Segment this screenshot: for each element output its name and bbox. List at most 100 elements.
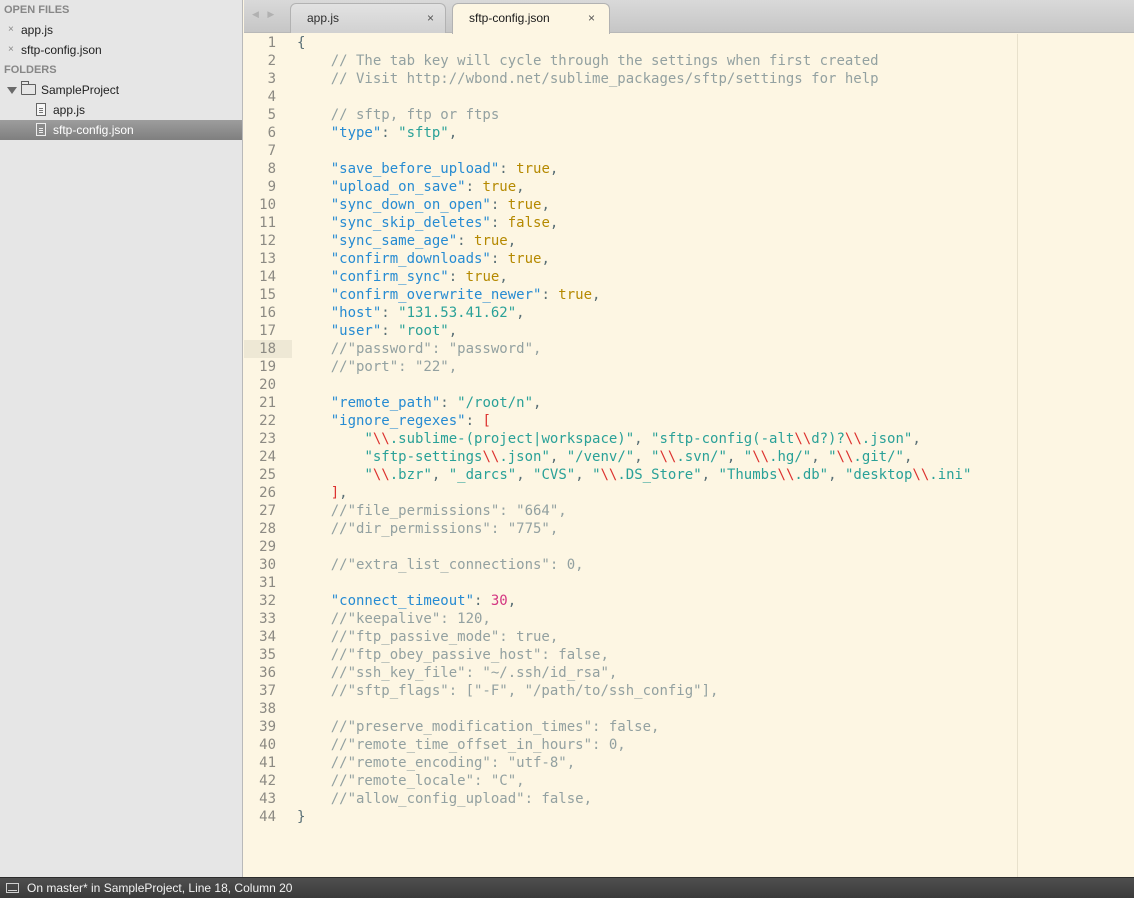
- code-token-com: //"ftp_passive_mode": true,: [330, 629, 559, 645]
- code-line[interactable]: //"ssh_key_file": "~/.ssh/id_rsa",: [297, 664, 971, 682]
- code-line[interactable]: "upload_on_save": true,: [297, 178, 971, 196]
- code-line[interactable]: "confirm_downloads": true,: [297, 250, 971, 268]
- code-token-punc: [297, 125, 331, 141]
- close-icon[interactable]: ×: [588, 4, 595, 32]
- code-editor[interactable]: 1 2 3 4 5 6 7 8 9 10 11 12 13 14 15 16 17 18 19 20 21 22 23 24 2…: [244, 34, 1134, 877]
- code-token-punc: ,: [533, 395, 542, 411]
- code-token-punc: [297, 755, 331, 771]
- line-number: 12: [259, 233, 276, 249]
- code-line[interactable]: //"dir_permissions": "775",: [297, 520, 971, 538]
- code-area[interactable]: { // The tab key will cycle through the …: [297, 34, 971, 826]
- code-token-str: .hg/": [769, 449, 812, 465]
- line-number: 9: [267, 179, 276, 195]
- open-file-app-js[interactable]: × app.js: [0, 20, 242, 40]
- tree-file-app-js[interactable]: app.js: [0, 100, 242, 120]
- code-line[interactable]: // The tab key will cycle through the se…: [297, 52, 971, 70]
- code-token-brk: ]: [330, 485, 340, 501]
- line-number: 14: [259, 269, 276, 285]
- code-line[interactable]: [297, 142, 971, 160]
- code-line[interactable]: [297, 700, 971, 718]
- tab-app-js[interactable]: app.js ×: [290, 3, 446, 33]
- code-line[interactable]: //"ftp_passive_mode": true,: [297, 628, 971, 646]
- close-icon[interactable]: ×: [8, 20, 14, 40]
- code-line[interactable]: "\\.bzr", "_darcs", "CVS", "\\.DS_Store"…: [297, 466, 971, 484]
- tree-file-sftp-config[interactable]: sftp-config.json: [0, 120, 242, 140]
- open-file-sftp-config[interactable]: × sftp-config.json: [0, 40, 242, 60]
- line-number: 29: [259, 539, 276, 555]
- code-line[interactable]: "sync_skip_deletes": false,: [297, 214, 971, 232]
- code-token-com: //"extra_list_connections": 0,: [330, 557, 584, 573]
- code-token-punc: ,: [828, 467, 845, 483]
- code-line[interactable]: "confirm_sync": true,: [297, 268, 971, 286]
- code-line[interactable]: "connect_timeout": 30,: [297, 592, 971, 610]
- code-token-punc: [297, 251, 331, 267]
- code-token-key: "sync_skip_deletes": [330, 215, 491, 231]
- code-line[interactable]: [297, 376, 971, 394]
- code-line[interactable]: //"extra_list_connections": 0,: [297, 556, 971, 574]
- code-line[interactable]: {: [297, 34, 971, 52]
- code-line[interactable]: // sftp, ftp or ftps: [297, 106, 971, 124]
- code-token-punc: ,: [516, 179, 525, 195]
- code-line[interactable]: "sync_same_age": true,: [297, 232, 971, 250]
- code-line[interactable]: [297, 574, 971, 592]
- code-line[interactable]: //"remote_locale": "C",: [297, 772, 971, 790]
- code-token-str: "/root/n": [457, 395, 534, 411]
- panel-toggle-icon[interactable]: [6, 883, 19, 893]
- code-token-punc: :: [448, 269, 466, 285]
- code-token-punc: [297, 161, 331, 177]
- code-token-com: // sftp, ftp or ftps: [330, 107, 500, 123]
- code-line[interactable]: //"sftp_flags": ["-F", "/path/to/ssh_con…: [297, 682, 971, 700]
- code-token-str: .bzr": [389, 467, 432, 483]
- code-line[interactable]: // Visit http://wbond.net/sublime_packag…: [297, 70, 971, 88]
- code-token-esc: \\: [836, 449, 854, 465]
- folder-sampleproject[interactable]: SampleProject: [0, 80, 242, 100]
- line-number: 31: [259, 575, 276, 591]
- code-line[interactable]: //"file_permissions": "664",: [297, 502, 971, 520]
- code-line[interactable]: }: [297, 808, 971, 826]
- status-text: On master* in SampleProject, Line 18, Co…: [27, 881, 293, 895]
- code-token-com: //"keepalive": 120,: [330, 611, 491, 627]
- code-line[interactable]: "user": "root",: [297, 322, 971, 340]
- close-icon[interactable]: ×: [427, 4, 434, 32]
- tab-nav-arrows-icon[interactable]: ◀ ▶: [252, 9, 277, 20]
- code-token-punc: [297, 269, 331, 285]
- code-line[interactable]: //"password": "password",: [297, 340, 971, 358]
- code-line[interactable]: //"preserve_modification_times": false,: [297, 718, 971, 736]
- code-token-esc: \\: [844, 431, 862, 447]
- code-line[interactable]: //"remote_time_offset_in_hours": 0,: [297, 736, 971, 754]
- code-line[interactable]: [297, 538, 971, 556]
- code-token-key: "confirm_sync": [330, 269, 449, 285]
- code-line[interactable]: [297, 88, 971, 106]
- tree-file-label: sftp-config.json: [53, 123, 134, 137]
- code-token-com: //"remote_time_offset_in_hours": 0,: [330, 737, 626, 753]
- code-line[interactable]: ],: [297, 484, 971, 502]
- code-token-bool: true: [482, 179, 517, 195]
- code-line[interactable]: //"port": "22",: [297, 358, 971, 376]
- code-token-punc: }: [297, 809, 306, 825]
- code-line[interactable]: "\\.sublime-(project|workspace)", "sftp-…: [297, 430, 971, 448]
- tab-sftp-config[interactable]: sftp-config.json ×: [452, 3, 610, 34]
- code-line[interactable]: "save_before_upload": true,: [297, 160, 971, 178]
- code-line[interactable]: //"ftp_obey_passive_host": false,: [297, 646, 971, 664]
- code-line[interactable]: "sync_down_on_open": true,: [297, 196, 971, 214]
- close-icon[interactable]: ×: [8, 40, 14, 60]
- code-token-punc: ,: [507, 593, 517, 609]
- code-token-com: //"ftp_obey_passive_host": false,: [330, 647, 609, 663]
- code-line[interactable]: "ignore_regexes": [: [297, 412, 971, 430]
- code-line[interactable]: "type": "sftp",: [297, 124, 971, 142]
- code-token-com: //"ssh_key_file": "~/.ssh/id_rsa",: [330, 665, 618, 681]
- code-token-str: .db": [794, 467, 829, 483]
- disclosure-triangle-icon[interactable]: [7, 87, 17, 94]
- code-token-punc: [297, 341, 331, 357]
- code-line[interactable]: "remote_path": "/root/n",: [297, 394, 971, 412]
- code-line[interactable]: //"remote_encoding": "utf-8",: [297, 754, 971, 772]
- code-token-str: .json": [861, 431, 913, 447]
- code-line[interactable]: "sftp-settings\\.json", "/venv/", "\\.sv…: [297, 448, 971, 466]
- code-line[interactable]: "host": "131.53.41.62",: [297, 304, 971, 322]
- code-line[interactable]: //"allow_config_upload": false,: [297, 790, 971, 808]
- line-number: 4: [267, 89, 276, 105]
- code-line[interactable]: "confirm_overwrite_newer": true,: [297, 286, 971, 304]
- open-file-label: app.js: [21, 23, 54, 37]
- code-line[interactable]: //"keepalive": 120,: [297, 610, 971, 628]
- line-number: 5: [267, 107, 276, 123]
